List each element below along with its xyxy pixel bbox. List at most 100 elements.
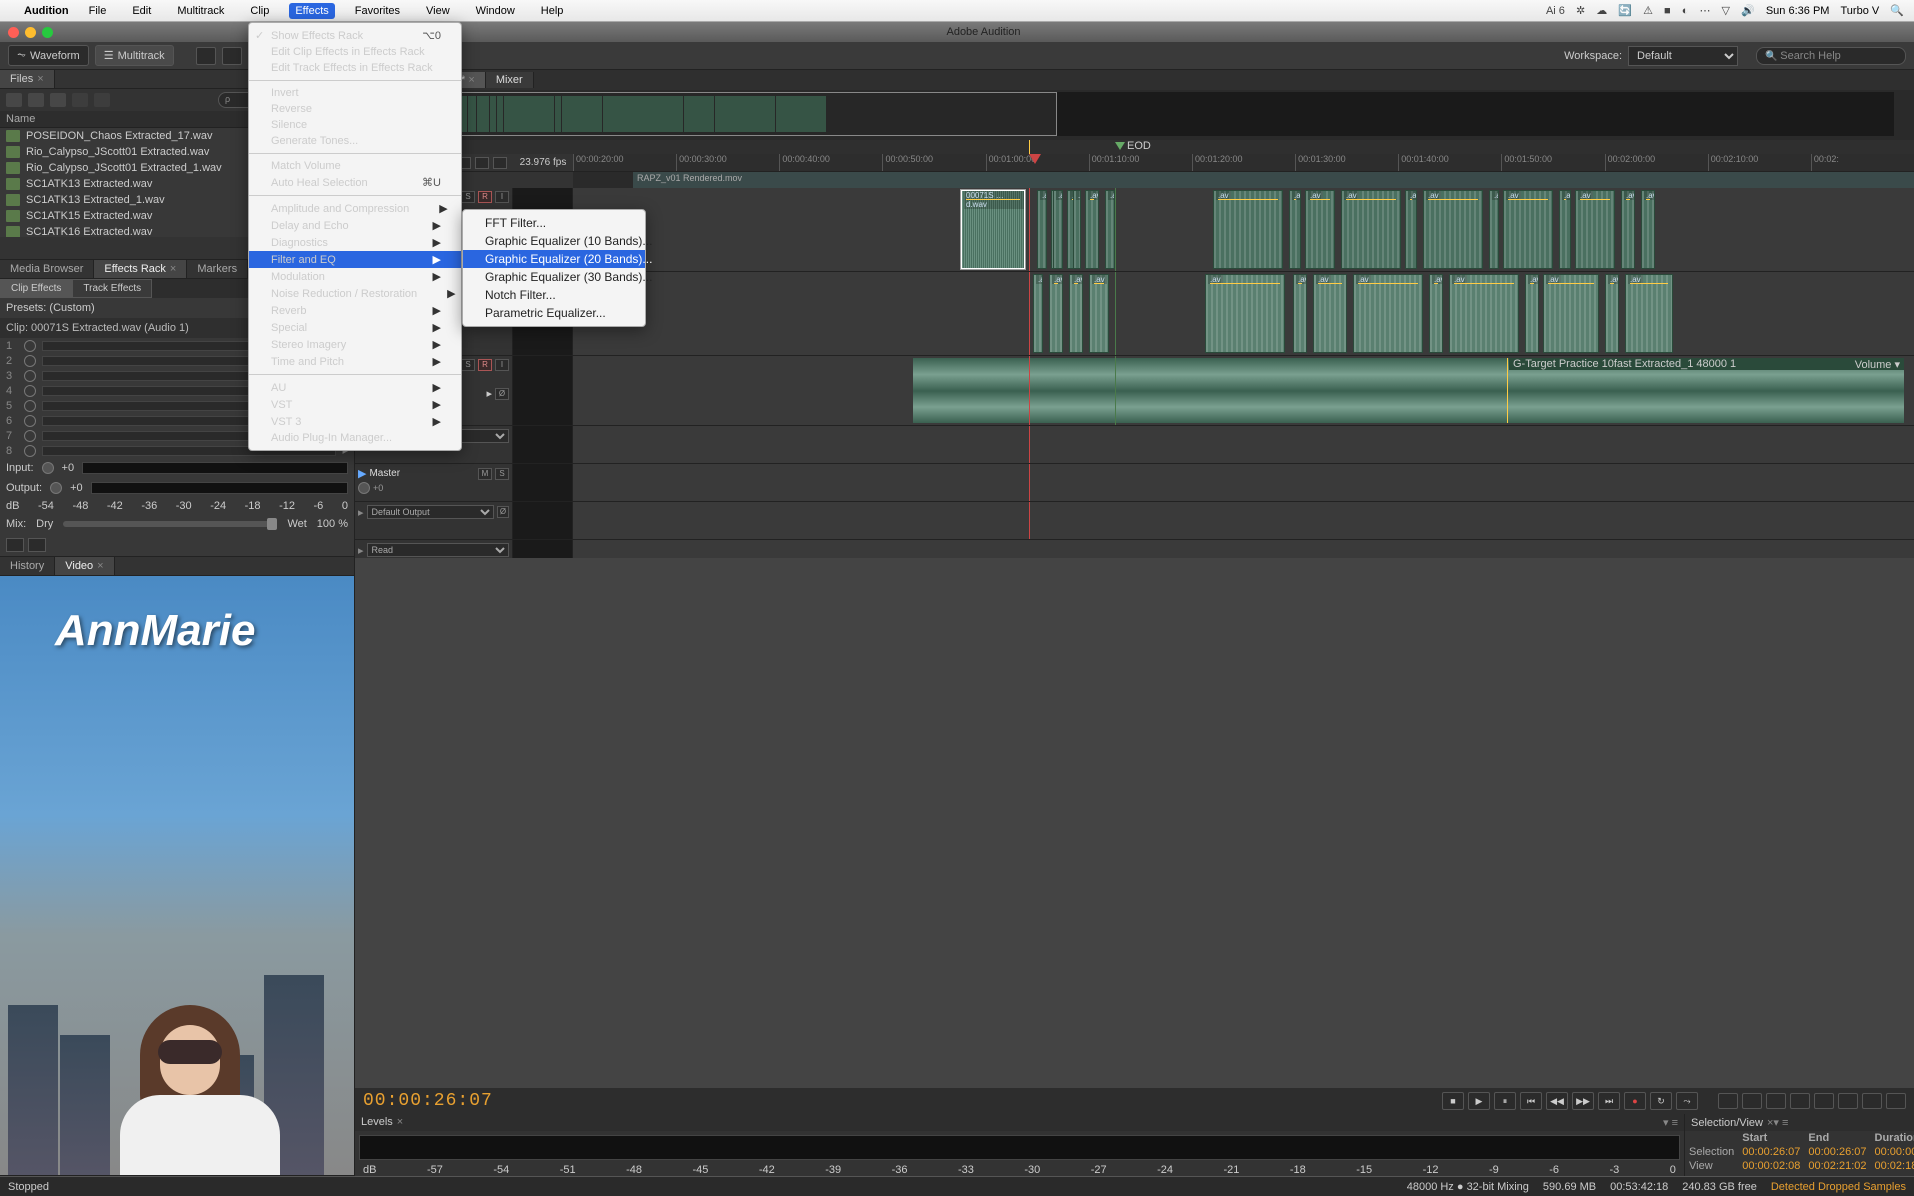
menu-item-amplitude-and-compression[interactable]: Amplitude and Compression▶	[249, 200, 461, 217]
audio-clip[interactable]: .av	[1313, 274, 1347, 353]
file-new-icon[interactable]	[6, 93, 22, 107]
tool-hud[interactable]	[196, 47, 216, 65]
menu-item-match-volume[interactable]: Match Volume	[249, 158, 461, 174]
tab-effects-rack[interactable]: Effects Rack×	[94, 260, 187, 278]
output-select[interactable]: Default Output	[367, 505, 494, 519]
submenu-item-fft-filter-[interactable]: FFT Filter...	[463, 214, 645, 232]
timecode[interactable]: 00:00:26:07	[363, 1091, 493, 1111]
ruler-tool-4[interactable]	[493, 157, 507, 169]
tab-video[interactable]: Video×	[55, 557, 114, 575]
menu-item-edit-track-effects-in-effects-rack[interactable]: Edit Track Effects in Effects Rack	[249, 60, 461, 76]
menu-item-special[interactable]: Special▶	[249, 319, 461, 336]
tray-icon[interactable]: ■	[1664, 5, 1671, 17]
audio-clip[interactable]: .av	[1085, 190, 1099, 269]
audio-clip[interactable]: .av	[1205, 274, 1285, 353]
user[interactable]: Turbo V	[1841, 5, 1880, 17]
waveform-toggle[interactable]: ⏦Waveform	[8, 45, 89, 66]
spotlight-icon[interactable]: 🔍	[1890, 5, 1904, 17]
tray-icon[interactable]: ⋯	[1699, 5, 1710, 17]
fx-view-1[interactable]	[6, 538, 24, 552]
fps-label[interactable]: 23.976 fps	[513, 157, 573, 168]
submenu-item-graphic-equalizer-20-bands-[interactable]: Graphic Equalizer (20 Bands)...	[463, 250, 645, 268]
skip-button[interactable]: ⤳	[1676, 1092, 1698, 1110]
tray-adobe[interactable]: Ai 6	[1546, 5, 1565, 17]
empty-track-area[interactable]	[355, 558, 1914, 1088]
zoom-misc1[interactable]	[1862, 1093, 1882, 1109]
menu-help[interactable]: Help	[535, 3, 570, 19]
clock[interactable]: Sun 6:36 PM	[1766, 5, 1830, 17]
ruler-tool-3[interactable]	[475, 157, 489, 169]
loop-button[interactable]: ↻	[1650, 1092, 1672, 1110]
menu-item-modulation[interactable]: Modulation▶	[249, 268, 461, 285]
menu-item-filter-and-eq[interactable]: Filter and EQ▶	[249, 251, 461, 268]
zoom-in-v[interactable]	[1814, 1093, 1834, 1109]
tab-media-browser[interactable]: Media Browser	[0, 260, 94, 278]
selview-tab[interactable]: Selection/View	[1691, 1117, 1763, 1129]
tray-icon[interactable]: ☁	[1596, 5, 1607, 17]
tab-markers[interactable]: Markers	[187, 260, 248, 278]
audio-clip[interactable]: .av	[1089, 274, 1109, 353]
menu-item-audio-plug-in-manager-[interactable]: Audio Plug-In Manager...	[249, 430, 461, 446]
zoom-misc2[interactable]	[1886, 1093, 1906, 1109]
track-effects-tab[interactable]: Track Effects	[72, 279, 152, 298]
mixer-tab[interactable]: Mixer	[486, 72, 534, 88]
menu-multitrack[interactable]: Multitrack	[171, 3, 230, 19]
menu-item-noise-reduction-restoration[interactable]: Noise Reduction / Restoration▶	[249, 285, 461, 302]
tray-icon[interactable]: ◐	[1682, 5, 1689, 17]
menu-file[interactable]: File	[83, 3, 113, 19]
filter-eq-submenu[interactable]: FFT Filter...Graphic Equalizer (10 Bands…	[462, 209, 646, 327]
tray-icon[interactable]: ⚠	[1643, 5, 1653, 17]
audio-clip[interactable]: .av	[1423, 190, 1483, 269]
submenu-item-notch-filter-[interactable]: Notch Filter...	[463, 286, 645, 304]
marker-bar[interactable]: EOD	[355, 140, 1914, 154]
zoom-full[interactable]	[1766, 1093, 1786, 1109]
zoom-out-v[interactable]	[1838, 1093, 1858, 1109]
menu-item-time-and-pitch[interactable]: Time and Pitch▶	[249, 353, 461, 370]
file-close-icon[interactable]	[94, 93, 110, 107]
forward-button[interactable]: ▶▶	[1572, 1092, 1594, 1110]
menu-item-generate-tones-[interactable]: Generate Tones...	[249, 133, 461, 149]
audio-clip[interactable]: .av	[1353, 274, 1423, 353]
audio-clip[interactable]: .av	[1405, 190, 1417, 269]
fx-view-2[interactable]	[28, 538, 46, 552]
audio-clip[interactable]: .av	[1525, 274, 1539, 353]
audio-clip[interactable]: .av	[1543, 274, 1599, 353]
tool-spectral[interactable]	[222, 47, 242, 65]
menu-effects[interactable]: Effects	[289, 3, 334, 19]
audio-clip[interactable]: .av	[1053, 190, 1063, 269]
audio-clip[interactable]: .av	[1489, 190, 1499, 269]
audio-clip-big[interactable]: TG-Target Practice 10fast Extracted 4800…	[913, 358, 1904, 423]
audio-clip[interactable]: .av	[1033, 274, 1043, 353]
overview[interactable]	[357, 92, 1894, 136]
submenu-item-parametric-equalizer-[interactable]: Parametric Equalizer...	[463, 304, 645, 322]
app-name[interactable]: Audition	[24, 5, 69, 17]
zoom-in-h[interactable]	[1718, 1093, 1738, 1109]
clip-effects-tab[interactable]: Clip Effects	[0, 279, 72, 298]
submenu-item-graphic-equalizer-30-bands-[interactable]: Graphic Equalizer (30 Bands)...	[463, 268, 645, 286]
zoom-out-h[interactable]	[1742, 1093, 1762, 1109]
audio-clip-selected[interactable]: 00071S …d.wav	[961, 190, 1025, 269]
audio-clip[interactable]: .av	[1341, 190, 1401, 269]
menu-item-vst[interactable]: VST▶	[249, 396, 461, 413]
audio-clip[interactable]: .av	[1213, 190, 1283, 269]
audio-clip[interactable]: .av	[1069, 274, 1083, 353]
zoom-sel[interactable]	[1790, 1093, 1810, 1109]
menu-item-diagnostics[interactable]: Diagnostics▶	[249, 234, 461, 251]
tray-icon[interactable]: 🔄	[1618, 5, 1632, 17]
master-header[interactable]: ▶MasterMS +0	[355, 464, 513, 501]
menu-item-reverb[interactable]: Reverb▶	[249, 302, 461, 319]
time-ruler[interactable]: 23.976 fps 00:00:20:0000:00:30:0000:00:4…	[355, 154, 1914, 172]
audio-clip[interactable]: .av	[1641, 190, 1655, 269]
audio-clip[interactable]: .av	[1621, 190, 1635, 269]
end-button[interactable]: ⏭	[1598, 1092, 1620, 1110]
rewind-button[interactable]: ◀◀	[1546, 1092, 1568, 1110]
audio-clip[interactable]: .av	[1575, 190, 1615, 269]
stop-button[interactable]: ■	[1442, 1092, 1464, 1110]
files-tab[interactable]: Files×	[0, 70, 55, 88]
volume-icon[interactable]: 🔊	[1741, 5, 1755, 17]
audio-clip[interactable]: .av	[1625, 274, 1673, 353]
levels-meter[interactable]	[359, 1135, 1680, 1160]
play-button[interactable]: ▶	[1468, 1092, 1490, 1110]
audio-clip[interactable]: .av	[1503, 190, 1553, 269]
audio-clip[interactable]: .av	[1559, 190, 1571, 269]
